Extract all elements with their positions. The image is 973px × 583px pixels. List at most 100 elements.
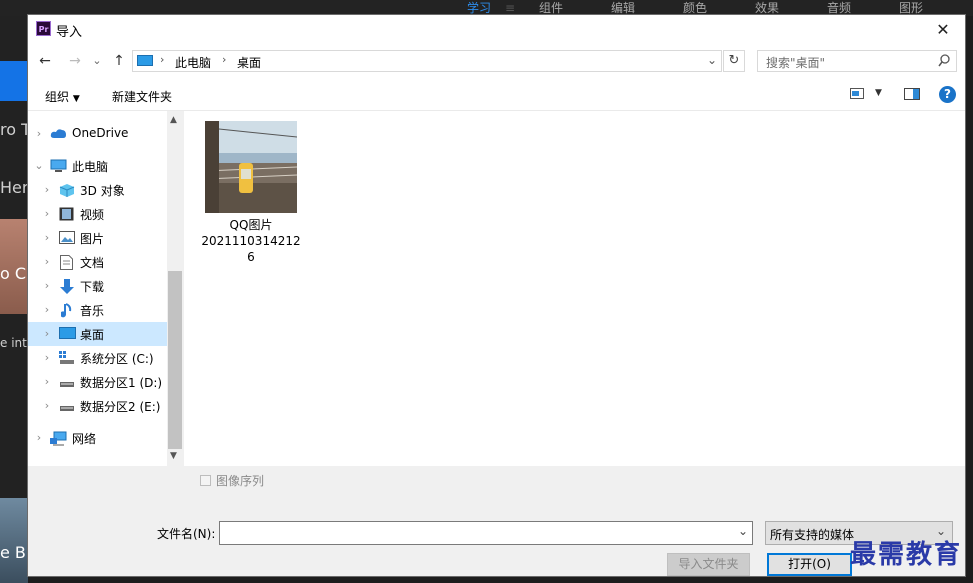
filename-input[interactable]: ⌄ — [219, 521, 753, 545]
chevron-right-icon[interactable]: › — [42, 279, 52, 292]
tree-item-downloads[interactable]: › 下载 — [28, 274, 167, 298]
filetype-value: 所有支持的媒体 — [770, 528, 855, 542]
file-list: QQ图片 2021110314212 6 — [184, 111, 965, 466]
view-options-icon[interactable] — [850, 88, 864, 99]
chevron-right-icon[interactable]: › — [42, 327, 52, 340]
computer-icon — [137, 55, 153, 66]
tree-item-label: 桌面 — [80, 328, 105, 342]
bg-tab-effects[interactable]: 效果 — [755, 0, 779, 16]
bg-tab-learn[interactable]: 学习 — [467, 0, 491, 16]
import-folder-button[interactable]: 导入文件夹 — [667, 553, 750, 576]
tree-item-drive-d[interactable]: › 数据分区1 (D:) — [28, 370, 167, 394]
bg-tab-graphics[interactable]: 图形 — [899, 0, 923, 16]
up-button[interactable]: ↑ — [108, 51, 130, 71]
address-bar[interactable]: › 此电脑 › 桌面 ⌄ — [132, 50, 722, 72]
file-name-line: 2021110314212 — [201, 234, 301, 248]
tree-item-label: 图片 — [80, 232, 105, 246]
organize-button[interactable]: 组织 ▼ — [45, 88, 80, 105]
background-left-panel: ro T Here o C e inte e B — [0, 16, 38, 583]
new-folder-button[interactable]: 新建文件夹 — [112, 88, 172, 105]
chevron-right-icon[interactable]: › — [42, 231, 52, 244]
image-sequence-label: 图像序列 — [216, 474, 265, 488]
file-name-line: 6 — [247, 250, 255, 264]
breadcrumb-desktop[interactable]: 桌面 — [237, 54, 261, 71]
chevron-right-icon[interactable]: › — [42, 207, 52, 220]
tree-item-label: 数据分区1 (D:) — [80, 376, 163, 390]
tree-item-label: 视频 — [80, 208, 105, 222]
cube-icon — [59, 183, 75, 197]
chevron-right-icon[interactable]: › — [34, 127, 44, 140]
search-icon[interactable] — [938, 54, 950, 68]
view-dropdown-icon[interactable]: ▼ — [875, 88, 882, 98]
organize-label: 组织 — [45, 90, 70, 104]
chevron-right-icon[interactable]: › — [42, 303, 52, 316]
forward-button[interactable]: → — [64, 51, 86, 71]
close-button[interactable]: ✕ — [921, 15, 965, 45]
bg-thumbnail-2 — [0, 498, 28, 583]
chevron-right-icon[interactable]: › — [42, 255, 52, 268]
image-sequence-checkbox[interactable] — [200, 475, 211, 486]
tree-item-pictures[interactable]: › 图片 — [28, 226, 167, 250]
back-button[interactable]: ← — [34, 51, 56, 71]
chevron-down-icon[interactable]: ⌄ — [34, 159, 44, 172]
breadcrumb-this-pc[interactable]: 此电脑 — [175, 54, 211, 71]
bg-tab-edit[interactable]: 编辑 — [611, 0, 635, 16]
bg-text-1: ro T — [0, 120, 31, 139]
tree-item-this-pc[interactable]: ⌄ 此电脑 — [28, 154, 167, 178]
address-dropdown-icon[interactable]: ⌄ — [707, 53, 717, 67]
desktop-icon — [59, 327, 76, 341]
premiere-app-icon: Pr — [36, 21, 51, 36]
path-separator-icon: › — [222, 53, 227, 66]
drive-icon — [59, 399, 75, 413]
tree-item-drive-e[interactable]: › 数据分区2 (E:) — [28, 394, 167, 418]
scrollbar-thumb[interactable] — [168, 271, 182, 449]
refresh-button[interactable]: ↻ — [723, 50, 745, 72]
bg-tab-assembly[interactable]: 组件 — [539, 0, 563, 16]
tree-item-drive-c[interactable]: › 系统分区 (C:) — [28, 346, 167, 370]
search-box[interactable]: 搜索"桌面" — [757, 50, 957, 72]
bottom-panel: 图像序列 文件名(N): ⌄ 所有支持的媒体 ⌄ 导入文件夹 打开(O) — [28, 466, 965, 576]
chevron-right-icon[interactable]: › — [42, 375, 52, 388]
tree-item-label: 文档 — [80, 256, 105, 270]
file-thumbnail[interactable] — [204, 121, 298, 213]
tree-item-desktop[interactable]: › 桌面 — [28, 322, 167, 346]
computer-icon — [50, 159, 67, 173]
chevron-right-icon[interactable]: › — [42, 351, 52, 364]
tree-item-network[interactable]: › 网络 — [28, 426, 167, 450]
help-icon[interactable]: ? — [939, 86, 956, 103]
bg-tab-audio[interactable]: 音频 — [827, 0, 851, 16]
import-dialog: Pr 导入 ✕ ← → ⌄ ↑ › 此电脑 › 桌面 ⌄ ↻ 搜索"桌面" 组织… — [28, 15, 965, 576]
bg-tab-color[interactable]: 颜色 — [683, 0, 707, 16]
scroll-down-icon[interactable]: ▼ — [170, 451, 177, 461]
preview-pane-icon[interactable] — [904, 88, 920, 100]
recent-locations-button[interactable]: ⌄ — [90, 51, 104, 71]
tree-item-music[interactable]: › 音乐 — [28, 298, 167, 322]
scroll-up-icon[interactable]: ▲ — [170, 115, 177, 125]
tree-item-label: 3D 对象 — [80, 184, 125, 198]
watermark: 最需教育 — [850, 540, 963, 570]
title-bar[interactable]: Pr 导入 ✕ — [28, 15, 965, 45]
chevron-right-icon[interactable]: › — [42, 183, 52, 196]
chevron-right-icon[interactable]: › — [42, 399, 52, 412]
filename-dropdown-icon[interactable]: ⌄ — [738, 524, 748, 538]
tree-item-label: 下载 — [80, 280, 105, 294]
dialog-title: 导入 — [56, 25, 83, 40]
document-icon — [60, 255, 76, 270]
tree-item-videos[interactable]: › 视频 — [28, 202, 167, 226]
cloud-icon — [50, 127, 66, 141]
chevron-right-icon[interactable]: › — [34, 431, 44, 444]
background-menubar: 学习 ≡ 组件 编辑 颜色 效果 音频 图形 — [0, 0, 973, 16]
tree-item-onedrive[interactable]: › OneDrive — [28, 122, 167, 146]
drive-icon — [59, 375, 75, 389]
tree-item-3d-objects[interactable]: › 3D 对象 — [28, 178, 167, 202]
navigation-bar: ← → ⌄ ↑ › 此电脑 › 桌面 ⌄ ↻ 搜索"桌面" — [28, 45, 965, 78]
tree-item-label: 网络 — [72, 432, 97, 446]
path-separator-icon: › — [160, 53, 165, 66]
navigation-pane: › OneDrive ⌄ 此电脑 › 3D 对象 › 视频 › 图片 › 文档 — [28, 111, 183, 466]
tree-item-label: 系统分区 (C:) — [80, 352, 154, 366]
tree-item-documents[interactable]: › 文档 — [28, 250, 167, 274]
tree-item-label: 数据分区2 (E:) — [80, 400, 161, 414]
open-button[interactable]: 打开(O) — [767, 553, 852, 576]
file-name[interactable]: QQ图片 2021110314212 6 — [200, 217, 302, 265]
bg-text-5: e B — [0, 543, 26, 562]
